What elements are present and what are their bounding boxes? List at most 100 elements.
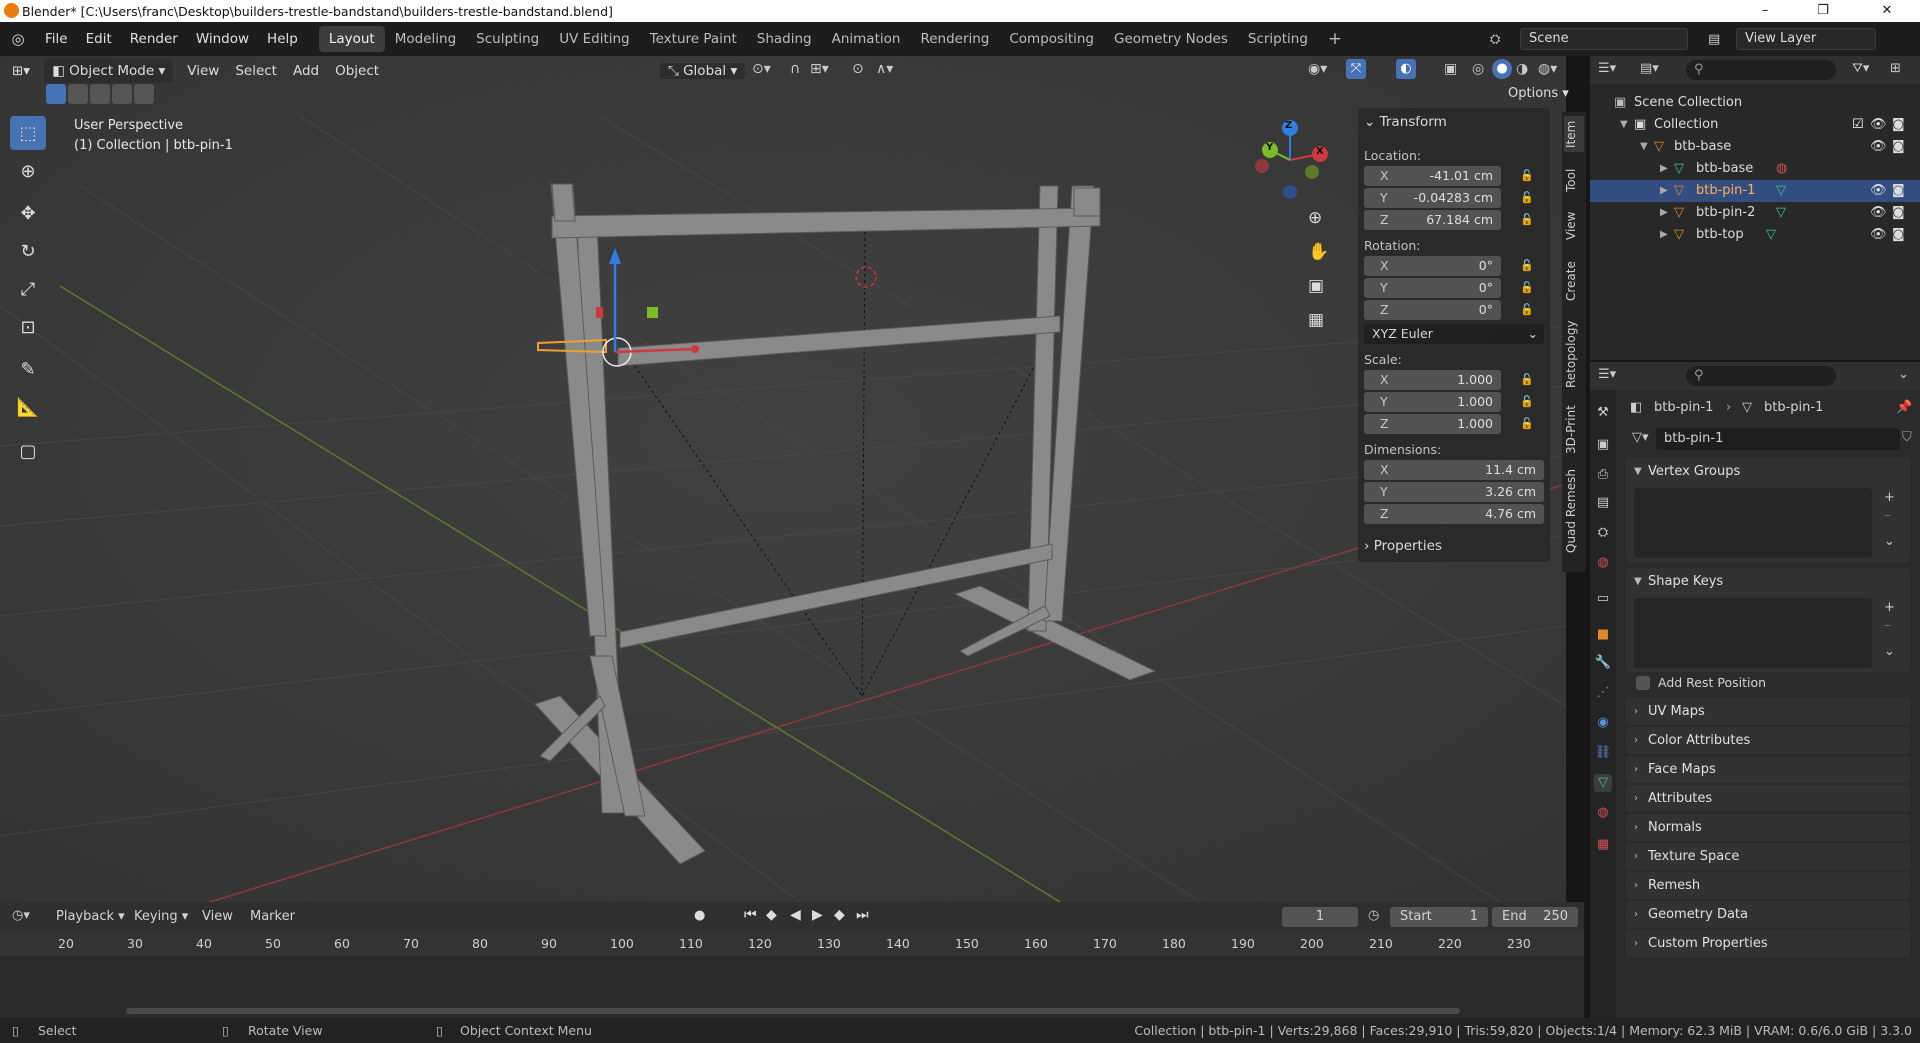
- add-rest-position-checkbox[interactable]: [1636, 676, 1650, 690]
- scene-tab-icon[interactable]: ⛭: [1594, 524, 1612, 542]
- menu-render[interactable]: Render: [121, 31, 187, 47]
- measure-tool[interactable]: 📐: [10, 390, 46, 424]
- collection-tab-icon[interactable]: ▭: [1594, 590, 1612, 608]
- overlays-toggle-icon[interactable]: ◐: [1396, 59, 1416, 79]
- visibility-icon[interactable]: ◉▾: [1308, 61, 1327, 77]
- menu-window[interactable]: Window: [187, 31, 258, 47]
- outliner-search-input[interactable]: ⚲: [1686, 60, 1836, 80]
- dimensions-z-field[interactable]: Z 4.76 cm: [1364, 504, 1544, 524]
- pin-icon[interactable]: 📌: [1896, 400, 1912, 415]
- orientation-selector[interactable]: ⤡ Global ▾: [660, 59, 746, 83]
- wireframe-shading-icon[interactable]: ◎: [1472, 61, 1484, 77]
- outliner-row-btb-pin-1[interactable]: ▶ ▽ btb-pin-1 ▽ 👁 ◙: [1590, 180, 1920, 202]
- scene-field[interactable]: Scene: [1520, 28, 1688, 50]
- object-tab-icon[interactable]: ■: [1594, 626, 1612, 644]
- snap-magnet-icon[interactable]: ∩: [790, 61, 800, 77]
- tab-tool[interactable]: Tool: [1564, 162, 1584, 198]
- select-box-tool[interactable]: ⬚: [10, 116, 46, 150]
- zoom-icon[interactable]: ⊕: [1308, 208, 1322, 228]
- add-icon[interactable]: +: [1884, 600, 1895, 615]
- timeline-track-area[interactable]: [0, 956, 1584, 1012]
- rotation-z-field[interactable]: Z 0°: [1364, 300, 1501, 320]
- view-layer-icon[interactable]: ▤: [1708, 32, 1720, 47]
- lock-icon[interactable]: 🔓: [1520, 191, 1534, 205]
- tab-texture-paint[interactable]: Texture Paint: [640, 26, 747, 52]
- add-icon[interactable]: +: [1884, 490, 1895, 505]
- outliner-row-scene-collection[interactable]: ▣ Scene Collection: [1590, 92, 1920, 114]
- normals-panel[interactable]: › Normals: [1626, 814, 1910, 841]
- close-button[interactable]: ✕: [1864, 0, 1910, 22]
- timeline-scrollbar[interactable]: [126, 1008, 1460, 1014]
- fake-user-shield-icon[interactable]: ⛉: [1902, 430, 1912, 445]
- view-layer-tab-icon[interactable]: ▤: [1594, 494, 1612, 512]
- location-z-field[interactable]: Z 67.184 cm: [1364, 210, 1501, 230]
- menu-file[interactable]: File: [36, 31, 77, 47]
- menu-help[interactable]: Help: [258, 31, 307, 47]
- scale-y-field[interactable]: Y 1.000: [1364, 392, 1501, 412]
- tab-item[interactable]: Item: [1564, 116, 1584, 152]
- tab-scripting[interactable]: Scripting: [1238, 26, 1318, 52]
- end-frame-field[interactable]: End 250: [1492, 907, 1578, 927]
- play-icon[interactable]: ▶: [812, 907, 823, 923]
- tab-shading[interactable]: Shading: [747, 26, 822, 52]
- outliner-row-btb-pin-2[interactable]: ▶ ▽ btb-pin-2 ▽ 👁 ◙: [1590, 202, 1920, 224]
- editor-type-icon[interactable]: ☰▾: [1598, 61, 1616, 76]
- camera-icon[interactable]: ◙: [1892, 180, 1905, 202]
- clock-icon[interactable]: ◷: [1368, 908, 1379, 923]
- constraints-tab-icon[interactable]: ⛓: [1594, 744, 1612, 762]
- modifiers-tab-icon[interactable]: 🔧: [1594, 654, 1612, 672]
- menu-object[interactable]: Object: [327, 63, 387, 79]
- shape-keys-list[interactable]: [1634, 598, 1872, 668]
- outliner-row-btb-base[interactable]: ▼ ▽ btb-base 👁 ◙: [1590, 136, 1920, 158]
- material-tab-icon[interactable]: ◍: [1594, 804, 1612, 822]
- mesh-name-field[interactable]: btb-pin-1: [1656, 428, 1900, 450]
- expand-icon[interactable]: ▶: [1660, 202, 1668, 224]
- lock-icon[interactable]: 🔓: [1520, 281, 1534, 295]
- rotation-y-field[interactable]: Y 0°: [1364, 278, 1501, 298]
- scale-z-field[interactable]: Z 1.000: [1364, 414, 1501, 434]
- maximize-button[interactable]: ❐: [1800, 0, 1846, 22]
- outliner-row-btb-base-mesh[interactable]: ▶ ▽ btb-base ◍: [1590, 158, 1920, 180]
- scene-selector-icon[interactable]: ⛭: [1490, 32, 1500, 47]
- outliner-row-collection[interactable]: ▼ ▣ Collection ☑ 👁 ◙: [1590, 114, 1920, 136]
- rendered-shading-icon[interactable]: ◍▾: [1538, 61, 1557, 77]
- rotation-x-field[interactable]: X 0°: [1364, 256, 1501, 276]
- expand-icon[interactable]: ▶: [1660, 158, 1668, 180]
- camera-icon[interactable]: ◙: [1892, 114, 1905, 136]
- tab-animation[interactable]: Animation: [822, 26, 911, 52]
- menu-select[interactable]: Select: [227, 63, 285, 79]
- tab-quad-remesh[interactable]: Quad Remesh: [1564, 468, 1584, 554]
- blender-menu-icon[interactable]: ◎: [0, 30, 36, 48]
- select-new-icon[interactable]: [46, 84, 66, 104]
- world-tab-icon[interactable]: ◍: [1594, 554, 1612, 572]
- scale-tool[interactable]: ⤢: [10, 272, 46, 306]
- remesh-panel[interactable]: › Remesh: [1626, 872, 1910, 899]
- prev-keyframe-icon[interactable]: ◆: [766, 907, 777, 923]
- lock-icon[interactable]: 🔓: [1520, 169, 1534, 183]
- geometry-data-panel[interactable]: › Geometry Data: [1626, 901, 1910, 928]
- jump-end-icon[interactable]: ⏭: [856, 907, 869, 923]
- output-tab-icon[interactable]: ⎙: [1594, 466, 1612, 484]
- add-workspace-button[interactable]: +: [1318, 26, 1352, 52]
- jump-start-icon[interactable]: ⏮: [744, 907, 757, 923]
- chevron-down-icon[interactable]: ⌄: [1884, 534, 1895, 549]
- texture-space-panel[interactable]: › Texture Space: [1626, 843, 1910, 870]
- lock-icon[interactable]: 🔓: [1520, 259, 1534, 273]
- move-tool[interactable]: ✥: [10, 196, 46, 230]
- display-mode-icon[interactable]: ▤▾: [1640, 61, 1659, 76]
- current-frame-field[interactable]: 1: [1282, 907, 1358, 927]
- tab-retopology[interactable]: Retopology: [1564, 316, 1584, 392]
- remove-icon[interactable]: –: [1884, 618, 1891, 633]
- dimensions-y-field[interactable]: Y 3.26 cm: [1364, 482, 1544, 502]
- expand-icon[interactable]: ▼: [1640, 136, 1648, 158]
- solid-shading-icon[interactable]: ●: [1492, 59, 1512, 79]
- location-x-field[interactable]: X -41.01 cm: [1364, 166, 1501, 186]
- editor-type-icon[interactable]: ☰▾: [1598, 367, 1616, 382]
- eye-icon[interactable]: 👁: [1870, 114, 1887, 136]
- transform-section-header[interactable]: ⌄ Transform: [1364, 114, 1447, 130]
- particles-tab-icon[interactable]: ⋰: [1594, 684, 1612, 702]
- transform-tool[interactable]: ⊡: [10, 310, 46, 344]
- menu-view[interactable]: View: [179, 63, 227, 79]
- outliner-row-btb-top[interactable]: ▶ ▽ btb-top ▽ 👁 ◙: [1590, 224, 1920, 246]
- chevron-down-icon[interactable]: ⌄: [1898, 367, 1909, 382]
